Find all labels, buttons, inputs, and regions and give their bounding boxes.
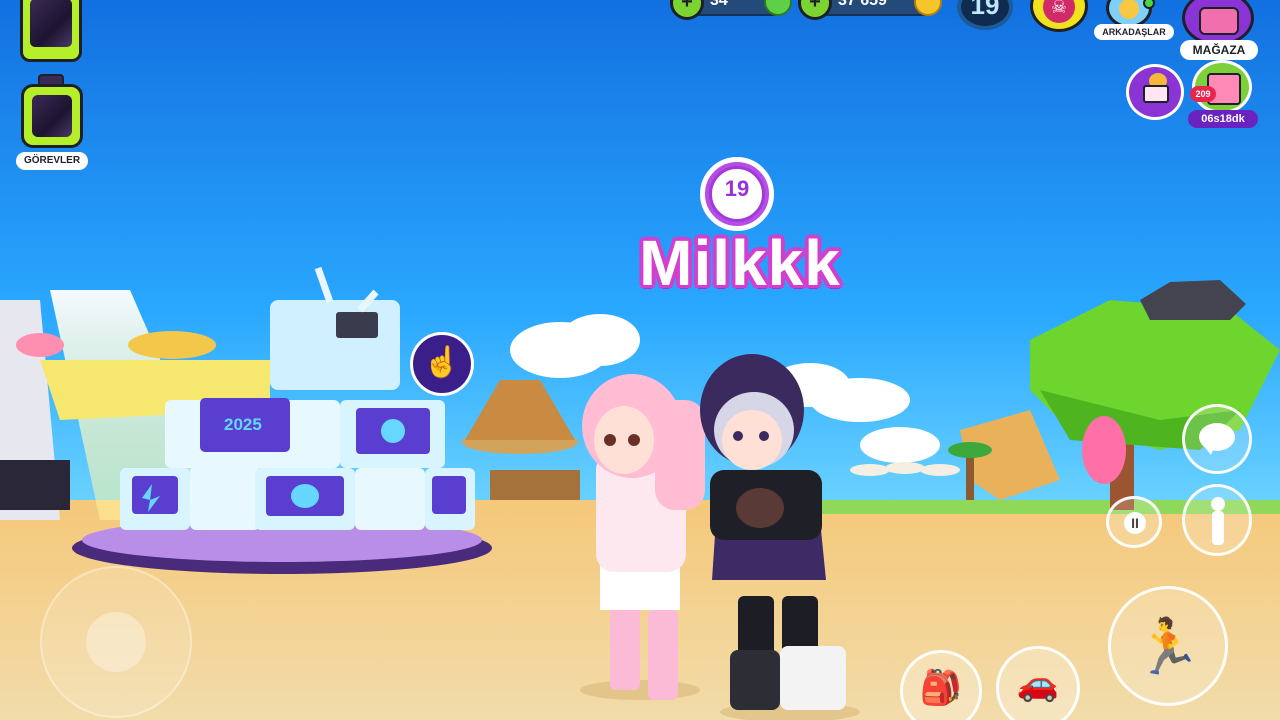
- car-icon: 🚗: [1016, 665, 1060, 703]
- umbrellas: [850, 462, 960, 476]
- coins-counter[interactable]: + 37 659: [798, 0, 942, 20]
- person-icon: [1211, 497, 1225, 511]
- flying-ufo: [128, 331, 216, 359]
- phone-button[interactable]: [20, 0, 82, 62]
- emote-button[interactable]: [1182, 484, 1252, 556]
- pointing-hand-icon[interactable]: ☝: [410, 332, 474, 396]
- mail-button[interactable]: [1126, 64, 1184, 120]
- player-level: 19: [724, 176, 750, 201]
- vehicle-button[interactable]: 🚗: [996, 646, 1080, 720]
- player-level-badge: 19: [700, 157, 774, 231]
- pink-ufo: [16, 333, 64, 357]
- game-scene: 2025: [0, 0, 1280, 720]
- gems-value: 34: [710, 0, 728, 9]
- movement-joystick[interactable]: [40, 566, 192, 718]
- event-timer: 06s18dk: [1188, 110, 1258, 128]
- machine-screen-text: 2025: [224, 415, 262, 434]
- skull-icon: ☠: [1043, 0, 1075, 23]
- pause-icon: II: [1124, 512, 1146, 534]
- calendar-event-button[interactable]: 209 06s18dk: [1188, 60, 1262, 130]
- calendar-badge: 209: [1190, 86, 1216, 102]
- backpack-button[interactable]: 🎒: [900, 650, 982, 720]
- pink-portal: [1082, 416, 1126, 484]
- clipboard-icon: [21, 84, 83, 148]
- shop-button[interactable]: MAĞAZA: [1178, 0, 1260, 62]
- player-name: Milkkk: [639, 227, 841, 299]
- joystick-knob[interactable]: [86, 612, 146, 672]
- phone-icon: [30, 0, 72, 47]
- tasks-button[interactable]: GÖREVLER: [16, 74, 88, 170]
- hut-deck: [490, 470, 580, 500]
- chat-button[interactable]: [1182, 404, 1252, 474]
- running-jump-icon: 🏃: [1134, 617, 1202, 677]
- mail-icon: [1143, 85, 1169, 103]
- friends-label: ARKADAŞLAR: [1094, 24, 1174, 40]
- friends-button[interactable]: ARKADAŞLAR: [1094, 0, 1174, 42]
- coins-value: 37 659: [838, 0, 887, 9]
- gems-counter[interactable]: + 34: [670, 0, 792, 20]
- shop-label: MAĞAZA: [1180, 40, 1258, 60]
- left-building-stripe: [0, 460, 70, 510]
- online-dot: [1143, 0, 1155, 9]
- palm-leaves: [948, 442, 992, 458]
- pause-button[interactable]: II: [1106, 496, 1162, 548]
- jump-button[interactable]: 🏃: [1108, 586, 1228, 706]
- tasks-label: GÖREVLER: [16, 152, 88, 170]
- backpack-icon: 🎒: [919, 669, 963, 707]
